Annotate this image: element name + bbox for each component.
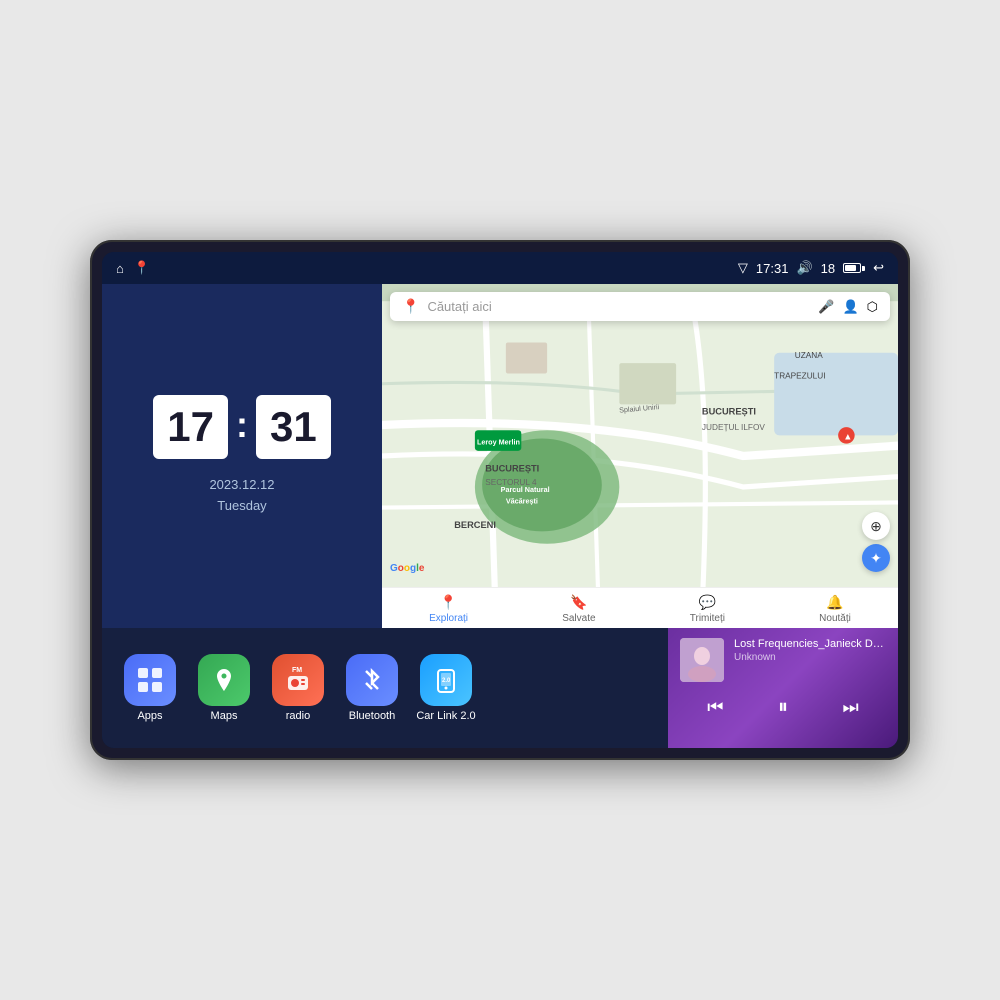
map-svg: BUCUREȘTI SECTORUL 4 BERCENI BUCUREȘTI J… bbox=[382, 284, 898, 628]
bottom-section: Apps Maps bbox=[102, 628, 898, 748]
map-search-bar[interactable]: 📍 Căutați aici 🎤 👤 ⬡ bbox=[390, 292, 890, 321]
radio-icon: FM bbox=[272, 654, 324, 706]
next-button[interactable]: ⏭ bbox=[835, 693, 867, 722]
main-area: 17 : 31 2023.12.12 Tuesday bbox=[102, 284, 898, 748]
player-artist: Unknown bbox=[734, 652, 886, 663]
music-player: Lost Frequencies_Janieck Devy-... Unknow… bbox=[668, 628, 898, 748]
share-icon: 💬 bbox=[699, 594, 716, 611]
explore-icon: 📍 bbox=[440, 594, 457, 611]
apps-icon bbox=[124, 654, 176, 706]
apps-bar: Apps Maps bbox=[102, 628, 668, 748]
saved-icon: 🔖 bbox=[570, 594, 587, 611]
map-search-actions: 🎤 👤 ⬡ bbox=[818, 299, 878, 315]
carlink-label: Car Link 2.0 bbox=[416, 710, 475, 722]
account-icon[interactable]: 👤 bbox=[842, 299, 858, 315]
bluetooth-label: Bluetooth bbox=[349, 710, 395, 722]
play-pause-button[interactable]: ⏸ bbox=[770, 692, 796, 723]
maps-label: Maps bbox=[211, 710, 238, 722]
app-item-radio[interactable]: FM radio bbox=[266, 654, 330, 722]
map-nav-news[interactable]: 🔔 Noutăți bbox=[819, 594, 851, 624]
svg-text:JUDEȚUL ILFOV: JUDEȚUL ILFOV bbox=[702, 423, 765, 432]
screen: ⌂ 📍 ▽ 17:31 🔊 18 ↩ bbox=[102, 252, 898, 748]
clock-display: 17 : 31 bbox=[153, 395, 330, 459]
home-icon[interactable]: ⌂ bbox=[116, 261, 124, 276]
svg-text:BERCENI: BERCENI bbox=[454, 520, 496, 530]
svg-text:2.0: 2.0 bbox=[442, 678, 451, 684]
status-time: 17:31 bbox=[756, 261, 789, 276]
clock-colon: : bbox=[236, 404, 248, 446]
clock-day-value: Tuesday bbox=[209, 496, 274, 517]
player-thumbnail bbox=[680, 638, 724, 682]
clock-hours: 17 bbox=[153, 395, 228, 459]
volume-icon[interactable]: 🔊 bbox=[796, 260, 812, 276]
player-title: Lost Frequencies_Janieck Devy-... bbox=[734, 638, 886, 650]
player-top: Lost Frequencies_Janieck Devy-... Unknow… bbox=[680, 638, 886, 682]
carlink-icon: 2.0 bbox=[420, 654, 472, 706]
svg-text:TRAPEZULUI: TRAPEZULUI bbox=[774, 372, 825, 381]
radio-label: radio bbox=[286, 710, 310, 722]
google-logo: Google bbox=[390, 563, 424, 574]
compass-button[interactable]: ⊕ bbox=[862, 512, 890, 540]
map-pin-icon: 📍 bbox=[402, 298, 419, 315]
status-bar-right: ▽ 17:31 🔊 18 ↩ bbox=[738, 260, 884, 276]
clock-panel: 17 : 31 2023.12.12 Tuesday bbox=[102, 284, 382, 628]
app-item-carlink[interactable]: 2.0 Car Link 2.0 bbox=[414, 654, 478, 722]
map-bottom-nav: 📍 Explorați 🔖 Salvate 💬 Trimiteți � bbox=[382, 587, 898, 628]
apps-label: Apps bbox=[137, 710, 162, 722]
svg-text:Parcul Natural: Parcul Natural bbox=[501, 485, 550, 494]
layers-icon[interactable]: ⬡ bbox=[867, 299, 878, 315]
svg-text:BUCUREȘTI: BUCUREȘTI bbox=[485, 463, 539, 473]
svg-text:BUCUREȘTI: BUCUREȘTI bbox=[702, 407, 756, 417]
svg-text:FM: FM bbox=[292, 667, 302, 674]
battery-level: 18 bbox=[821, 261, 835, 276]
status-bar: ⌂ 📍 ▽ 17:31 🔊 18 ↩ bbox=[102, 252, 898, 284]
player-controls: ⏮ ⏸ ⏭ bbox=[680, 692, 886, 723]
svg-text:Leroy Merlin: Leroy Merlin bbox=[477, 438, 520, 447]
car-head-unit: ⌂ 📍 ▽ 17:31 🔊 18 ↩ bbox=[90, 240, 910, 760]
battery-icon bbox=[843, 263, 865, 273]
signal-icon: ▽ bbox=[738, 260, 748, 276]
app-item-bluetooth[interactable]: Bluetooth bbox=[340, 654, 404, 722]
map-nav-explore[interactable]: 📍 Explorați bbox=[429, 594, 468, 624]
news-icon: 🔔 bbox=[826, 594, 843, 611]
clock-date: 2023.12.12 Tuesday bbox=[209, 475, 274, 517]
map-panel[interactable]: BUCUREȘTI SECTORUL 4 BERCENI BUCUREȘTI J… bbox=[382, 284, 898, 628]
maps-icon bbox=[198, 654, 250, 706]
player-info: Lost Frequencies_Janieck Devy-... Unknow… bbox=[734, 638, 886, 663]
clock-date-value: 2023.12.12 bbox=[209, 475, 274, 496]
mic-icon[interactable]: 🎤 bbox=[818, 299, 834, 315]
maps-shortcut-icon[interactable]: 📍 bbox=[134, 260, 150, 276]
status-bar-left: ⌂ 📍 bbox=[116, 260, 150, 276]
app-item-apps[interactable]: Apps bbox=[118, 654, 182, 722]
map-search-placeholder[interactable]: Căutați aici bbox=[427, 299, 810, 314]
map-nav-saved[interactable]: 🔖 Salvate bbox=[562, 594, 595, 624]
prev-button[interactable]: ⏮ bbox=[699, 693, 731, 722]
locate-button[interactable]: ✦ bbox=[862, 544, 890, 572]
app-item-maps[interactable]: Maps bbox=[192, 654, 256, 722]
share-label: Trimiteți bbox=[690, 613, 725, 624]
news-label: Noutăți bbox=[819, 613, 851, 624]
saved-label: Salvate bbox=[562, 613, 595, 624]
top-section: 17 : 31 2023.12.12 Tuesday bbox=[102, 284, 898, 628]
explore-label: Explorați bbox=[429, 613, 468, 624]
bluetooth-icon bbox=[346, 654, 398, 706]
svg-text:UZANA: UZANA bbox=[795, 351, 823, 360]
back-icon[interactable]: ↩ bbox=[873, 260, 884, 276]
svg-text:Văcărești: Văcărești bbox=[506, 496, 538, 505]
clock-minutes: 31 bbox=[256, 395, 331, 459]
svg-text:▲: ▲ bbox=[843, 431, 852, 441]
map-nav-share[interactable]: 💬 Trimiteți bbox=[690, 594, 725, 624]
